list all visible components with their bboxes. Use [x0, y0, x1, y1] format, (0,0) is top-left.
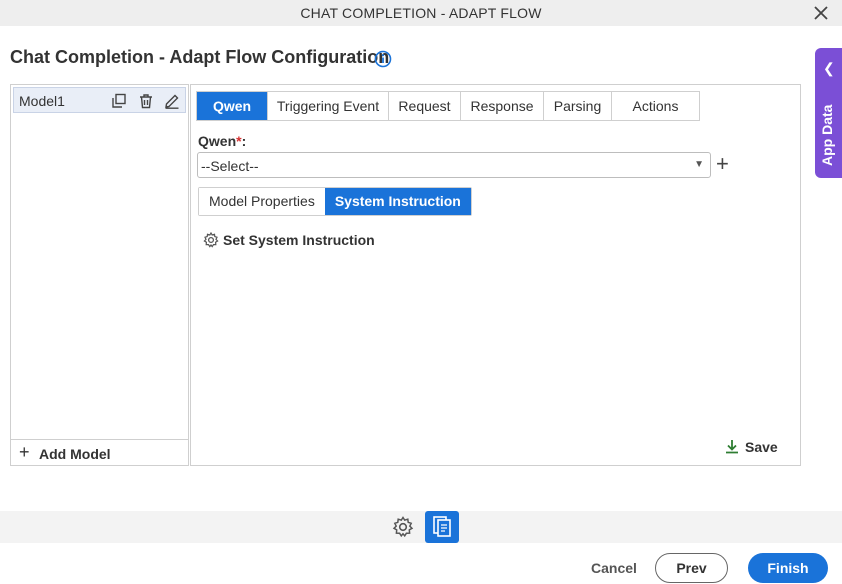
tab-qwen[interactable]: Qwen	[197, 92, 268, 120]
duplicate-icon[interactable]	[111, 93, 127, 109]
tab-request[interactable]: Request	[389, 92, 461, 120]
subtab-model-properties[interactable]: Model Properties	[199, 188, 325, 215]
add-model-label: Add Model	[39, 446, 111, 462]
app-data-label: App Data	[819, 104, 835, 166]
tab-bar: Qwen Triggering Event Request Response P…	[196, 91, 700, 121]
download-icon	[726, 440, 738, 454]
close-icon[interactable]	[812, 4, 830, 22]
tab-response[interactable]: Response	[461, 92, 544, 120]
qwen-select-value: --Select--	[201, 158, 259, 174]
document-button[interactable]	[425, 511, 459, 543]
save-button[interactable]: Save	[725, 439, 778, 455]
configuration-panel: Qwen Triggering Event Request Response P…	[190, 84, 801, 466]
model-list-item[interactable]: Model1	[13, 87, 186, 113]
delete-icon[interactable]	[138, 93, 154, 109]
set-system-instruction-button[interactable]: Set System Instruction	[203, 231, 375, 248]
gear-icon	[203, 231, 219, 248]
save-label: Save	[745, 439, 778, 455]
page-title: Chat Completion - Adapt Flow Configurati…	[10, 47, 390, 67]
chevron-left-icon: ❮	[823, 60, 835, 76]
app-data-tab[interactable]: ❮ App Data	[815, 48, 842, 178]
add-model-button[interactable]: + Add Model	[11, 439, 188, 465]
info-icon[interactable]	[374, 50, 392, 68]
gear-icon[interactable]	[392, 516, 414, 538]
label-colon: :	[241, 133, 247, 149]
document-icon	[433, 516, 451, 537]
qwen-select[interactable]: --Select-- ▼	[197, 152, 711, 178]
qwen-label-text: Qwen	[198, 133, 237, 149]
plus-icon: +	[19, 442, 30, 462]
model-list-panel: Model1 + Add Model	[10, 84, 189, 466]
window-title: CHAT COMPLETION - ADAPT FLOW	[300, 5, 542, 21]
prev-button[interactable]: Prev	[655, 553, 728, 583]
finish-button[interactable]: Finish	[748, 553, 828, 583]
subtab-bar: Model Properties System Instruction	[198, 187, 472, 216]
tab-triggering-event[interactable]: Triggering Event	[268, 92, 389, 120]
edit-icon[interactable]	[164, 93, 180, 109]
cancel-button[interactable]: Cancel	[591, 560, 637, 576]
add-qwen-button[interactable]: +	[716, 152, 729, 176]
subtab-system-instruction[interactable]: System Instruction	[324, 188, 471, 215]
qwen-field-label: Qwen*:	[198, 133, 246, 149]
set-system-instruction-label: Set System Instruction	[223, 232, 375, 248]
bottom-toolbar	[0, 511, 842, 543]
model-name: Model1	[19, 93, 65, 109]
window-titlebar: CHAT COMPLETION - ADAPT FLOW	[0, 0, 842, 26]
tab-actions[interactable]: Actions	[612, 92, 699, 120]
caret-down-icon: ▼	[694, 159, 704, 170]
tab-parsing[interactable]: Parsing	[544, 92, 612, 120]
